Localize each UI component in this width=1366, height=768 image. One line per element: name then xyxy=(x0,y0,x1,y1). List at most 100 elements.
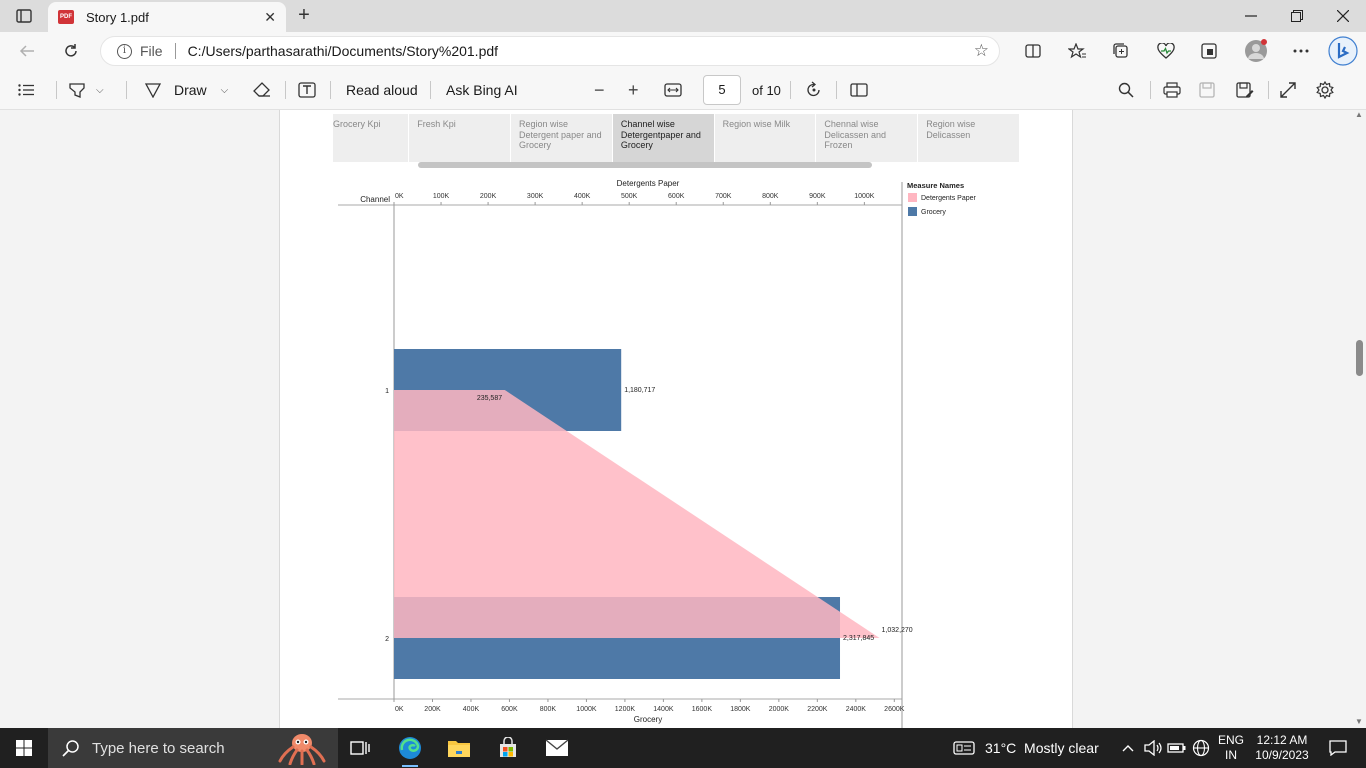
address-bar[interactable]: i File C:/Users/parthasarathi/Documents/… xyxy=(100,36,1000,66)
chevron-down-icon[interactable]: ⌵ xyxy=(221,85,229,96)
story-scrollbar[interactable] xyxy=(418,162,872,168)
print-icon[interactable] xyxy=(1163,78,1181,102)
close-tab-icon[interactable]: ✕ xyxy=(264,9,276,26)
table-of-contents-icon[interactable] xyxy=(18,78,34,102)
weather-text: 31°C Mostly clear xyxy=(985,740,1099,756)
add-text-icon[interactable] xyxy=(298,78,316,102)
legend-title: Measure Names xyxy=(907,181,964,190)
row-header-channel: Channel xyxy=(360,195,390,204)
split-screen-icon[interactable] xyxy=(1022,40,1044,62)
top-axis-title: Detergents Paper xyxy=(617,179,680,188)
zoom-out-button[interactable]: − xyxy=(594,78,605,102)
scroll-up-arrow-icon[interactable]: ▲ xyxy=(1355,110,1363,119)
rotate-icon[interactable] xyxy=(805,78,823,102)
browser-essentials-icon[interactable] xyxy=(1155,40,1177,62)
scroll-down-arrow-icon[interactable]: ▼ xyxy=(1355,717,1363,726)
ask-bing-ai-button[interactable]: Ask Bing AI xyxy=(446,78,518,102)
legend-item-label: Grocery xyxy=(921,209,946,216)
notifications-icon[interactable] xyxy=(1322,732,1354,764)
draw-button[interactable]: Draw ⌵ xyxy=(144,78,228,102)
story-tab-region-milk[interactable]: Region wise Milk xyxy=(715,114,817,162)
office-icon[interactable] xyxy=(1198,40,1220,62)
info-icon[interactable]: i xyxy=(117,43,132,59)
url-text[interactable]: C:/Users/parthasarathi/Documents/Story%2… xyxy=(188,43,498,59)
weather-widget[interactable]: 31°C Mostly clear xyxy=(953,728,1099,768)
toolbar-separator xyxy=(836,81,837,99)
restore-icon[interactable] xyxy=(1274,0,1320,32)
pdf-viewer: Grocery Kpi Fresh Kpi Region wise Deterg… xyxy=(0,110,1366,728)
highlight-button[interactable]: ⌵ xyxy=(68,78,104,102)
navigation-bar: i File C:/Users/parthasarathi/Documents/… xyxy=(0,32,1366,70)
favorite-star-icon[interactable]: ☆ xyxy=(974,41,989,61)
collections-icon[interactable] xyxy=(1110,40,1132,62)
chevron-down-icon[interactable]: ⌵ xyxy=(96,85,104,96)
volume-icon[interactable] xyxy=(1142,732,1164,764)
taskbar-search-box[interactable]: Type here to search xyxy=(48,728,338,768)
story-tab-grocery-kpi[interactable]: Grocery Kpi xyxy=(333,114,410,162)
toolbar-separator xyxy=(1268,81,1269,99)
story-tab-channel-detergent-grocery[interactable]: Channel wise Detergentpaper and Grocery xyxy=(612,114,715,162)
eraser-icon[interactable] xyxy=(253,78,271,102)
channel-row-label: 1 xyxy=(385,388,389,395)
detergents-value-label: 235,587 xyxy=(477,395,502,402)
search-icon[interactable] xyxy=(1118,78,1134,102)
zoom-in-button[interactable]: + xyxy=(628,78,639,102)
vertical-scrollbar[interactable]: ▲ ▼ xyxy=(1352,110,1366,728)
profile-avatar-icon[interactable] xyxy=(1244,39,1268,63)
input-language-indicator[interactable]: ENG IN xyxy=(1218,733,1244,763)
refresh-icon[interactable] xyxy=(60,40,82,62)
search-placeholder: Type here to search xyxy=(92,739,225,757)
show-hidden-icons-chevron-icon[interactable] xyxy=(1118,732,1138,764)
mail-icon[interactable] xyxy=(541,732,573,764)
story-tab-region-delicassen[interactable]: Region wise Delicassen xyxy=(918,114,1021,162)
bottom-tick-label: 800K xyxy=(540,706,557,713)
story-tab-channel-delicassen-frozen[interactable]: Chennal wise Delicassen and Frozen xyxy=(816,114,919,162)
system-clock[interactable]: 12:12 AM 10/9/2023 xyxy=(1254,733,1310,763)
back-icon[interactable] xyxy=(16,40,38,62)
clock-date: 10/9/2023 xyxy=(1255,748,1309,762)
bottom-tick-label: 2600K xyxy=(884,706,905,713)
scheme-label: File xyxy=(140,43,163,59)
favorites-icon[interactable] xyxy=(1066,40,1088,62)
bottom-tick-label: 200K xyxy=(424,706,441,713)
grocery-value-label: 2,317,845 xyxy=(843,635,874,642)
legend: Detergents Paper Grocery xyxy=(908,193,977,216)
file-explorer-icon[interactable] xyxy=(443,732,475,764)
weather-icon xyxy=(953,741,975,755)
clock-time: 12:12 AM xyxy=(1256,733,1308,747)
top-tick-label: 600K xyxy=(668,193,685,200)
fullscreen-icon[interactable] xyxy=(1280,78,1296,102)
story-tab-fresh-kpi[interactable]: Fresh Kpi xyxy=(409,114,512,162)
page-view-icon[interactable] xyxy=(850,78,868,102)
minimize-icon[interactable] xyxy=(1228,0,1274,32)
browser-tab-active[interactable]: PDF Story 1.pdf ✕ xyxy=(48,2,286,32)
more-options-icon[interactable] xyxy=(1290,40,1312,62)
edge-browser-icon[interactable] xyxy=(394,732,426,767)
scrollbar-thumb[interactable] xyxy=(1356,340,1363,376)
settings-gear-icon[interactable] xyxy=(1316,78,1334,102)
address-separator xyxy=(174,43,176,59)
battery-icon[interactable] xyxy=(1166,732,1188,764)
bing-copilot-icon[interactable] xyxy=(1328,36,1358,66)
top-tick-label: 400K xyxy=(574,193,591,200)
read-aloud-button[interactable]: Read aloud xyxy=(346,78,418,102)
fit-to-width-icon[interactable] xyxy=(664,78,682,102)
save-icon[interactable] xyxy=(1199,78,1215,102)
bottom-tick-label: 2000K xyxy=(769,706,790,713)
pdf-file-icon: PDF xyxy=(58,10,74,24)
tab-actions-icon[interactable] xyxy=(12,6,36,26)
top-tick-label: 100K xyxy=(433,193,450,200)
save-as-icon[interactable] xyxy=(1236,78,1254,102)
bar-marks xyxy=(394,349,880,679)
task-view-icon[interactable] xyxy=(344,732,376,764)
network-globe-icon[interactable] xyxy=(1190,732,1212,764)
close-window-icon[interactable] xyxy=(1320,0,1366,32)
story-tab-region-detergent-grocery[interactable]: Region wise Detergent paper and Grocery xyxy=(511,114,613,162)
draw-label: Draw xyxy=(174,82,207,98)
microsoft-store-icon[interactable] xyxy=(492,732,524,764)
new-tab-button[interactable]: + xyxy=(292,4,316,28)
windows-start-icon[interactable] xyxy=(0,728,48,768)
toolbar-separator xyxy=(126,81,127,99)
page-number-input[interactable]: 5 xyxy=(703,75,741,105)
top-tick-label: 300K xyxy=(527,193,544,200)
